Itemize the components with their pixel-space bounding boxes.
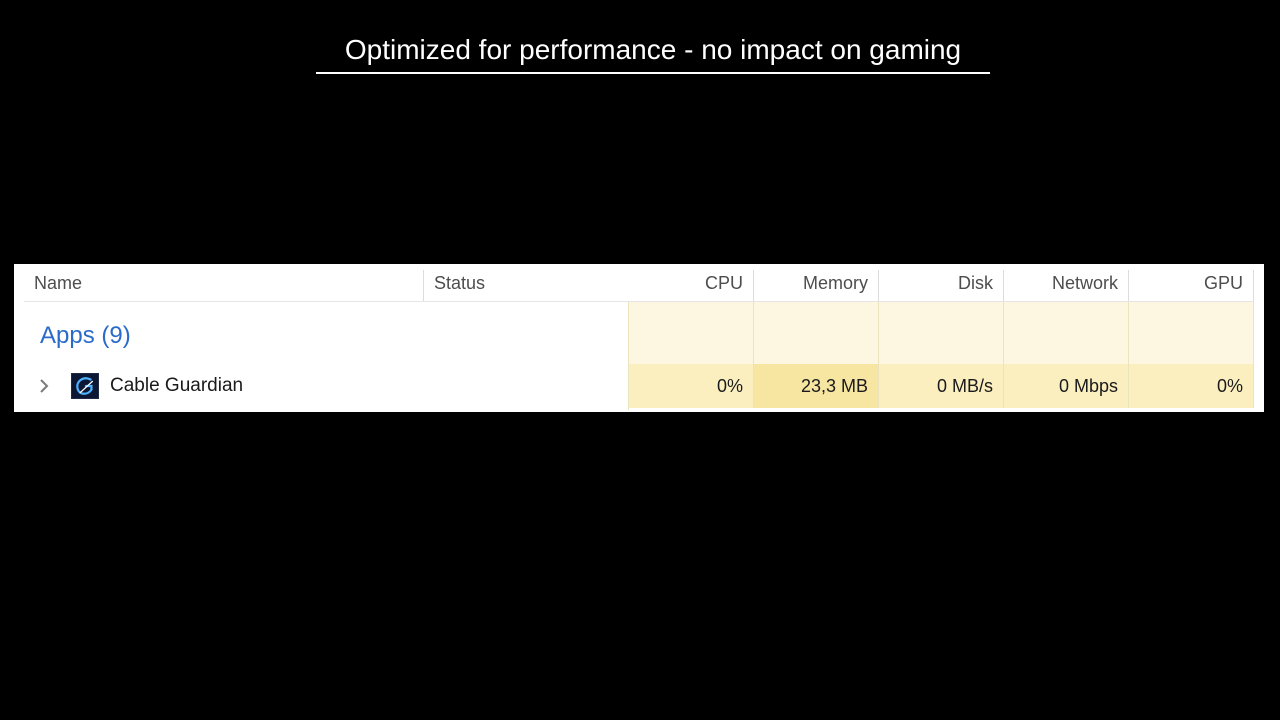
process-network-value: 0 Mbps bbox=[1004, 364, 1129, 408]
group-cell-memory bbox=[754, 302, 879, 364]
column-header-disk[interactable]: Disk bbox=[879, 270, 1004, 302]
task-manager-processes-panel: Name Status CPU Memory Disk Network GPU … bbox=[14, 264, 1264, 412]
apps-group-label[interactable]: Apps (9) bbox=[40, 320, 131, 352]
column-header-memory[interactable]: Memory bbox=[754, 270, 879, 302]
column-header-status[interactable]: Status bbox=[424, 270, 629, 302]
column-header-gpu[interactable]: GPU bbox=[1129, 270, 1254, 302]
process-name[interactable]: Cable Guardian bbox=[110, 364, 243, 408]
group-cell-disk bbox=[879, 302, 1004, 364]
column-header-row: Name Status CPU Memory Disk Network GPU bbox=[14, 264, 1264, 302]
chevron-right-icon[interactable] bbox=[38, 376, 50, 396]
process-gpu-value: 0% bbox=[1129, 364, 1254, 408]
column-header-network[interactable]: Network bbox=[1004, 270, 1129, 302]
column-header-cpu[interactable]: CPU bbox=[629, 270, 754, 302]
group-cell-gpu bbox=[1129, 302, 1254, 364]
process-cpu-value: 0% bbox=[629, 364, 754, 408]
process-disk-value: 0 MB/s bbox=[879, 364, 1004, 408]
cable-guardian-app-icon bbox=[71, 373, 99, 399]
process-memory-value: 23,3 MB bbox=[754, 364, 879, 408]
slide-title: Optimized for performance - no impact on… bbox=[316, 30, 990, 74]
group-cell-cpu bbox=[629, 302, 754, 364]
column-header-name[interactable]: Name bbox=[24, 270, 424, 302]
group-cell-network bbox=[1004, 302, 1129, 364]
